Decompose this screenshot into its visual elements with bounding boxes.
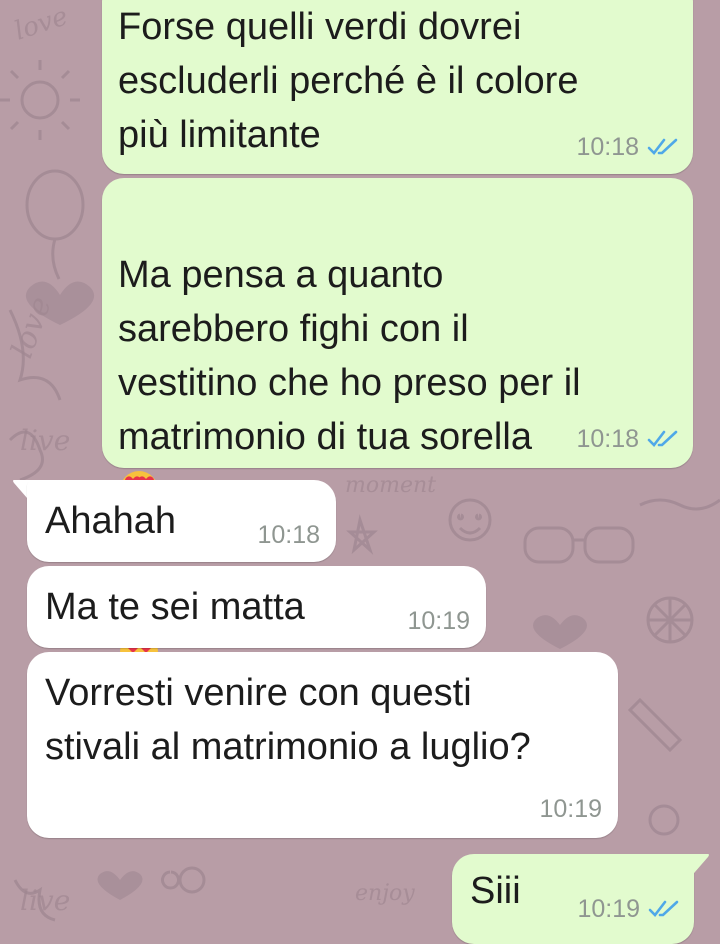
outgoing-bubble-tail xyxy=(688,854,709,880)
message-meta: 10:18 xyxy=(576,424,679,454)
message-meta: 10:18 xyxy=(576,132,679,162)
message-meta: 10:19 xyxy=(407,606,470,636)
message-meta: 10:18 xyxy=(257,520,320,550)
svg-text:live: live xyxy=(20,884,70,917)
read-receipt-icon xyxy=(647,138,678,155)
outgoing-message-bubble[interactable]: Forse quelli verdi dovrei escluderli per… xyxy=(102,0,693,174)
message-time: 10:19 xyxy=(577,895,640,923)
message-text: Siii xyxy=(470,870,521,912)
incoming-message-bubble[interactable]: Vorresti venire con questi stivali al ma… xyxy=(27,652,618,838)
message-meta: 10:19 xyxy=(577,894,680,924)
message-text: Forse quelli verdi dovrei escluderli per… xyxy=(118,6,579,156)
svg-text:love: love xyxy=(5,292,59,363)
svg-text:love: love xyxy=(11,1,72,46)
incoming-message-bubble[interactable]: Ahahah 10:18 xyxy=(27,480,336,562)
message-time: 10:19 xyxy=(539,795,602,823)
message-time: 10:18 xyxy=(576,425,639,453)
incoming-message-bubble[interactable]: Ma te sei matta 10:19 xyxy=(27,566,486,648)
message-text: Ahahah xyxy=(45,500,177,542)
message-meta: 10:19 xyxy=(539,794,602,824)
message-time: 10:19 xyxy=(407,607,470,635)
message-time: 10:18 xyxy=(576,133,639,161)
message-text-content: Ma pensa a quanto sarebbero fighi con il… xyxy=(118,254,581,458)
message-text: Ma te sei matta xyxy=(45,586,305,628)
svg-text:live: live xyxy=(20,424,70,457)
outgoing-message-bubble[interactable]: Ma pensa a quanto sarebbero fighi con il… xyxy=(102,178,693,671)
message-time: 10:18 xyxy=(257,521,320,549)
svg-text:enjoy: enjoy xyxy=(355,881,415,906)
read-receipt-icon xyxy=(647,430,678,447)
message-text: Vorresti venire con questi stivali al ma… xyxy=(45,672,531,768)
read-receipt-icon xyxy=(648,900,679,917)
outgoing-message-bubble[interactable]: Siii 10:19 xyxy=(452,854,694,944)
